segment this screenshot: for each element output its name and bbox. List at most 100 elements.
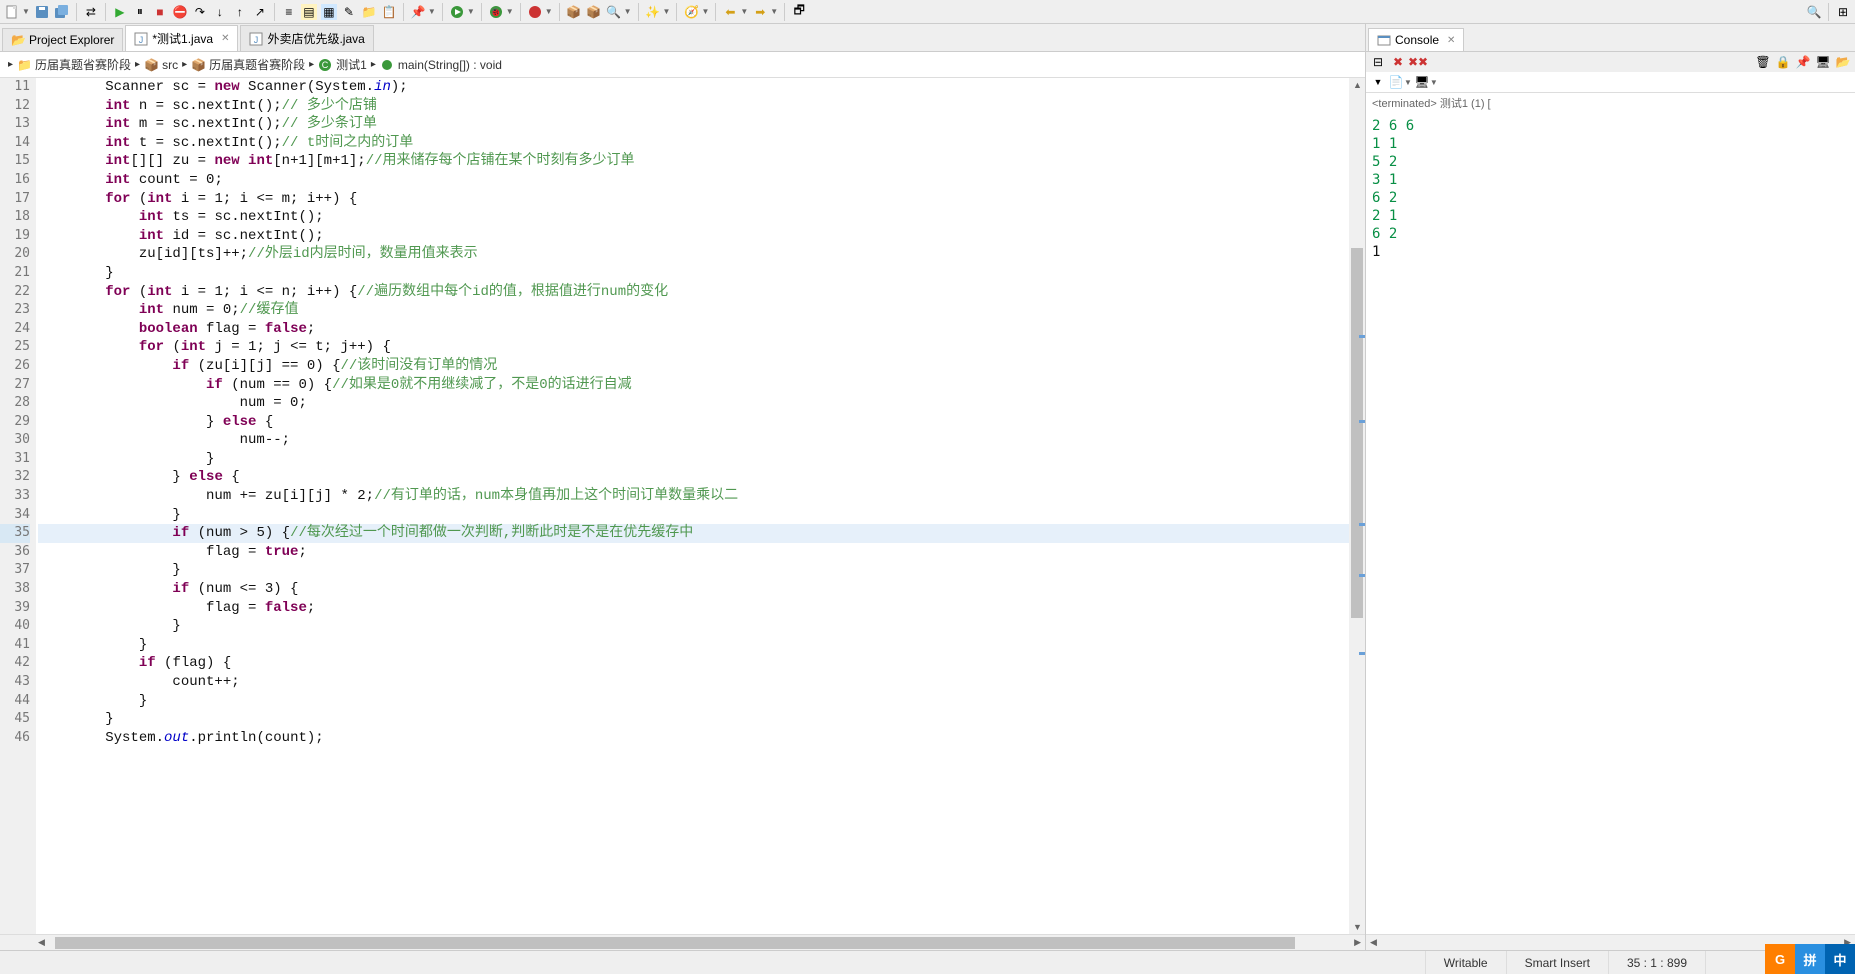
chevron-icon: ▸ [182,59,187,70]
overview-ruler [1359,78,1365,934]
task-icon[interactable]: 📋 [381,4,397,20]
remove-icon[interactable]: ✖ [1390,54,1406,70]
dropdown-icon[interactable]: ▼ [467,7,475,16]
pin-console-icon[interactable]: 📌 [1795,54,1811,70]
tab-console[interactable]: Console ✕ [1368,28,1464,51]
package2-icon[interactable]: 📦 [586,4,602,20]
close-icon[interactable]: ✕ [221,33,229,44]
scroll-thumb[interactable] [55,937,1295,949]
display-icon[interactable]: 🖥 [1815,54,1831,70]
open-console-icon[interactable]: 📂 [1835,54,1851,70]
chevron-icon[interactable]: ▸ [8,59,13,70]
run-icon[interactable] [449,4,465,20]
editor-tabs: 📂 Project Explorer J *测试1.java ✕ J 外卖店优先… [0,24,1365,52]
tab-file-2[interactable]: J 外卖店优先级.java [240,25,373,51]
breadcrumb-item[interactable]: main(String[]) : void [398,58,502,72]
separator [1828,3,1829,21]
remove-all-icon[interactable]: ✖✖ [1410,54,1426,70]
terminate-all-icon[interactable]: ⊟ [1370,54,1386,70]
block-icon[interactable]: ▤ [301,4,317,20]
tab-label: Console [1395,33,1439,47]
search2-icon[interactable]: 🔍 [606,4,622,20]
stop-icon[interactable]: ■ [152,4,168,20]
pin-icon[interactable]: 📌 [410,4,426,20]
disconnect-icon[interactable]: ⛔ [172,4,188,20]
forward-icon[interactable]: ➡ [752,4,768,20]
pause-icon[interactable]: ⏸ [132,4,148,20]
separator [403,3,404,21]
scroll-left-icon[interactable]: ◀ [1370,937,1377,948]
separator [784,3,785,21]
tab-project-explorer[interactable]: 📂 Project Explorer [2,28,123,51]
step-out-icon[interactable]: ↑ [232,4,248,20]
dropdown-icon[interactable]: ▼ [545,7,553,16]
close-icon[interactable]: ✕ [1447,35,1455,46]
search-icon[interactable]: 🔍 [1806,4,1822,20]
breadcrumb-item[interactable]: src [162,58,178,72]
method-icon [380,58,394,72]
console-toolbar-2: ▼ 📄 ▼ 🖥 ▼ [1366,72,1855,93]
nav-icon[interactable]: 🧭 [683,4,699,20]
edit-icon[interactable]: ✎ [341,4,357,20]
step-into-icon[interactable]: ↓ [212,4,228,20]
scroll-lock-icon[interactable]: 🔒 [1775,54,1791,70]
dropdown-icon[interactable]: ▼ [663,7,671,16]
clear-icon[interactable]: 🗑 [1755,54,1771,70]
back-icon[interactable]: ⬅ [722,4,738,20]
save-icon[interactable] [34,4,50,20]
dropdown-icon[interactable]: ▼ [506,7,514,16]
chevron-icon: ▸ [309,59,314,70]
ime-indicator[interactable]: G 拼 中 [1765,944,1855,974]
external-run-icon[interactable] [527,4,543,20]
dropdown-icon[interactable]: ▼ [1430,78,1438,87]
breadcrumb-item[interactable]: 测试1 [336,56,367,73]
tab-label: *测试1.java [152,30,213,47]
saveall-icon[interactable] [54,4,70,20]
scroll-left-icon[interactable]: ◀ [38,937,45,948]
ime-g-badge[interactable]: G [1765,944,1795,974]
dropdown-icon[interactable]: ▼ [22,7,30,16]
step-over-icon[interactable]: ↷ [192,4,208,20]
tab-label: Project Explorer [29,33,114,47]
dropdown-icon[interactable]: ▼ [1404,78,1412,87]
separator [481,3,482,21]
svg-text:🐞: 🐞 [490,6,501,17]
debug-icon[interactable]: 🐞 [488,4,504,20]
switch-icon[interactable]: ⇄ [83,4,99,20]
tab-file-1[interactable]: J *测试1.java ✕ [125,25,238,51]
separator [274,3,275,21]
status-position: 35 : 1 : 899 [1608,951,1705,974]
dropdown-icon[interactable]: ▼ [701,7,709,16]
scroll-right-icon[interactable]: ▶ [1354,937,1361,948]
editor[interactable]: 1112131415161718192021222324252627282930… [0,78,1365,934]
mark-icon[interactable]: ▦ [321,4,337,20]
breadcrumb: ▸ 📁 历届真题省赛阶段 ▸ 📦 src ▸ 📦 历届真题省赛阶段 ▸ C 测试… [0,52,1365,78]
dropdown-icon[interactable]: ▼ [624,7,632,16]
chevron-icon: ▸ [135,59,140,70]
resume-icon[interactable]: ▶ [112,4,128,20]
console-select-icon[interactable]: 🖥 [1414,74,1430,90]
dropdown-icon[interactable]: ▼ [428,7,436,16]
package-icon[interactable]: 📦 [566,4,582,20]
separator [76,3,77,21]
dropdown-icon[interactable]: ▼ [770,7,778,16]
step-return-icon[interactable]: ↗ [252,4,268,20]
console-output[interactable]: 2 6 61 15 23 16 22 16 21 [1366,113,1855,934]
console-menu-icon[interactable]: 📄 [1388,74,1404,90]
launch-icon[interactable]: 🗗 [791,4,807,20]
console-tabs: Console ✕ [1366,24,1855,52]
folder-icon[interactable]: 📁 [361,4,377,20]
perspective-icon[interactable]: ⊞ [1835,4,1851,20]
breadcrumb-item[interactable]: 历届真题省赛阶段 [209,56,305,73]
code-area[interactable]: Scanner sc = new Scanner(System.in); int… [36,78,1365,934]
dropdown-icon[interactable]: ▼ [1370,74,1386,90]
dropdown-icon[interactable]: ▼ [740,7,748,16]
breadcrumb-item[interactable]: 历届真题省赛阶段 [35,56,131,73]
ime-pin-badge[interactable]: 拼 [1795,944,1825,974]
align-icon[interactable]: ≡ [281,4,297,20]
console-icon [1377,33,1391,47]
new-icon[interactable] [4,4,20,20]
wand-icon[interactable]: ✨ [645,4,661,20]
horizontal-scrollbar[interactable]: ◀ ▶ [0,934,1365,950]
ime-zh-badge[interactable]: 中 [1825,944,1855,974]
